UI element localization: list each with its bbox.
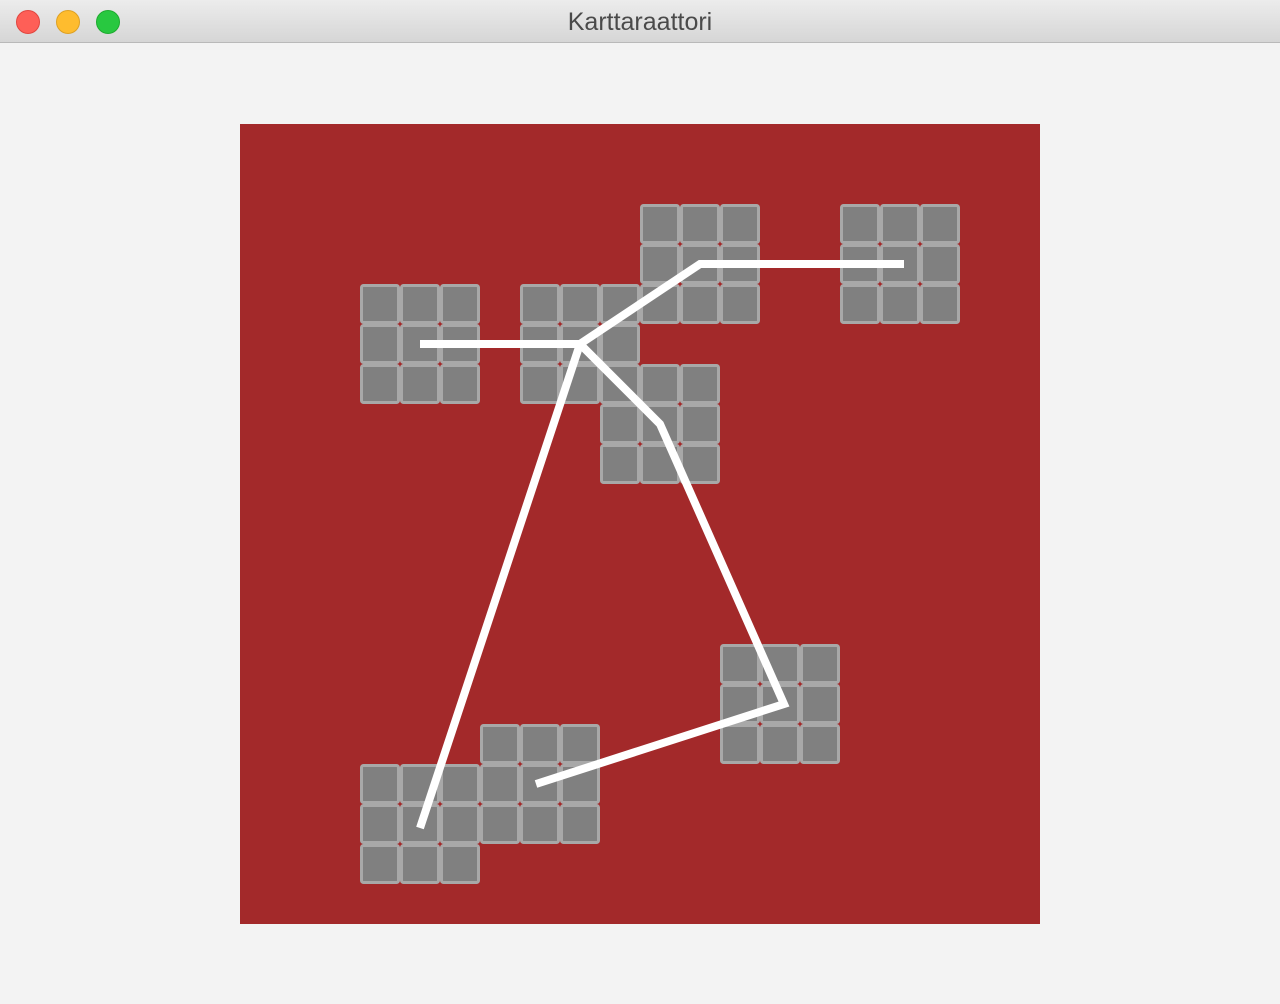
- floor-tile: [480, 804, 520, 844]
- floor-tile: [600, 444, 640, 484]
- floor-tile: [520, 364, 560, 404]
- floor-tile: [600, 324, 640, 364]
- map-canvas[interactable]: [240, 124, 1040, 924]
- floor-tile: [680, 204, 720, 244]
- floor-tile: [680, 364, 720, 404]
- floor-tile: [920, 204, 960, 244]
- floor-tile: [720, 284, 760, 324]
- floor-tile: [560, 804, 600, 844]
- floor-tile: [720, 644, 760, 684]
- floor-tile: [440, 764, 480, 804]
- map-background: [240, 124, 1040, 924]
- floor-tile: [560, 284, 600, 324]
- floor-tile: [360, 364, 400, 404]
- floor-tile: [920, 244, 960, 284]
- floor-tile: [600, 404, 640, 444]
- floor-tile: [840, 204, 880, 244]
- floor-tile: [520, 724, 560, 764]
- floor-tile: [880, 204, 920, 244]
- floor-tile: [360, 804, 400, 844]
- floor-tile: [640, 204, 680, 244]
- floor-tile: [400, 284, 440, 324]
- floor-tile: [360, 844, 400, 884]
- floor-tile: [760, 724, 800, 764]
- floor-tile: [360, 284, 400, 324]
- floor-tile: [480, 764, 520, 804]
- floor-tile: [920, 284, 960, 324]
- floor-tile: [440, 284, 480, 324]
- floor-tile: [680, 404, 720, 444]
- floor-tile: [360, 764, 400, 804]
- title-bar[interactable]: Karttaraattori: [0, 0, 1280, 43]
- floor-tile: [400, 844, 440, 884]
- floor-tile: [440, 804, 480, 844]
- floor-tile: [880, 284, 920, 324]
- floor-tile: [440, 844, 480, 884]
- floor-tile: [840, 284, 880, 324]
- window-title: Karttaraattori: [567, 8, 713, 36]
- floor-tile: [720, 724, 760, 764]
- floor-tile: [800, 724, 840, 764]
- floor-tile: [520, 804, 560, 844]
- app-window: Karttaraattori: [0, 0, 1280, 1004]
- floor-tile: [440, 364, 480, 404]
- floor-tile: [520, 284, 560, 324]
- floor-tile: [640, 244, 680, 284]
- floor-tile: [800, 644, 840, 684]
- floor-tile: [560, 724, 600, 764]
- floor-tile: [720, 204, 760, 244]
- floor-tile: [680, 284, 720, 324]
- floor-tile: [400, 364, 440, 404]
- floor-tile: [640, 364, 680, 404]
- floor-tile: [480, 724, 520, 764]
- floor-tile: [800, 684, 840, 724]
- floor-tile: [360, 324, 400, 364]
